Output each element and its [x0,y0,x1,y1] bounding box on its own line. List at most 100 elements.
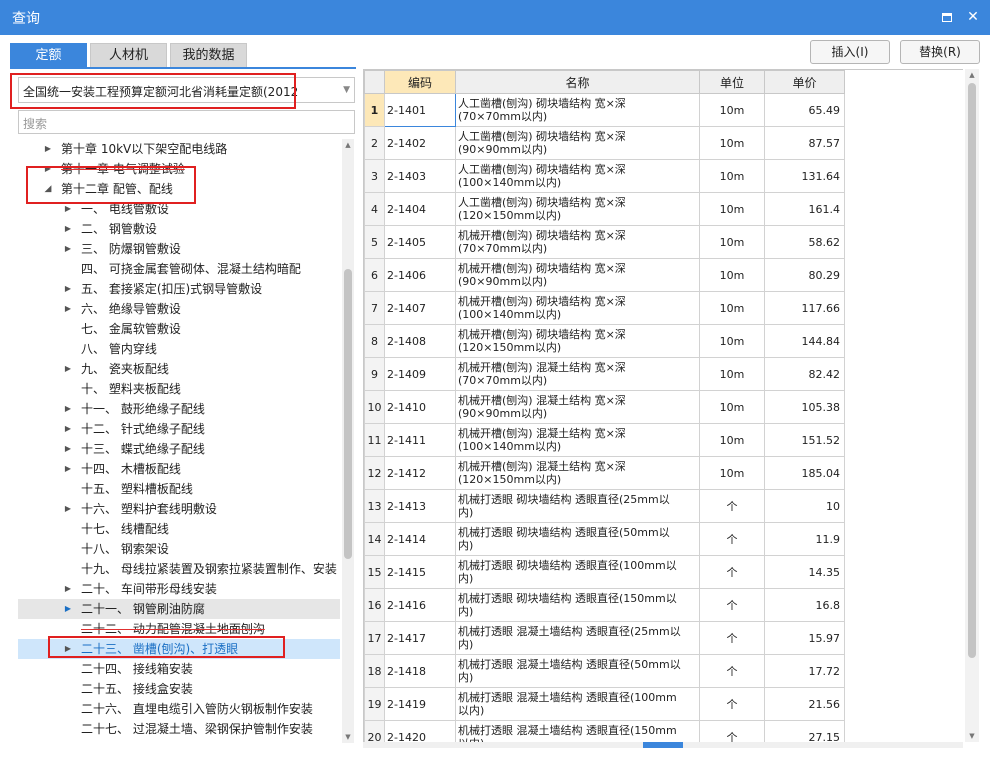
table-row[interactable]: 8 2-1408 机械开槽(刨沟) 砌块墙结构 宽×深 (120×150mm以内) 10… [364,324,845,358]
table-row[interactable]: 10 2-1410 机械开槽(刨沟) 混凝土结构 宽×深 (90×90mm以内) 10m… [364,390,845,424]
replace-button[interactable]: 替换(R) [900,40,980,64]
code-cell[interactable]: 2-1416 [384,588,456,622]
table-row[interactable]: 5 2-1405 机械开槽(刨沟) 砌块墙结构 宽×深 (70×70mm以内) 10m 5… [364,225,845,259]
name-cell[interactable]: 机械打透眼 砌块墙结构 透眼直径(150mm以 内) [455,588,700,622]
tree-item[interactable]: 四、 可挠金属套管砌体、混凝土结构暗配 [18,259,340,279]
code-cell[interactable]: 2-1419 [384,687,456,721]
expand-icon[interactable]: ▶ [63,299,73,319]
table-row[interactable]: 3 2-1403 人工凿槽(刨沟) 砌块墙结构 宽×深 (100×140mm以内) 10… [364,159,845,193]
scroll-down-icon[interactable]: ▼ [342,733,354,741]
name-cell[interactable]: 机械开槽(刨沟) 混凝土结构 宽×深 (90×90mm以内) [455,390,700,424]
maximize-icon[interactable] [936,6,958,28]
code-cell[interactable]: 2-1413 [384,489,456,523]
tree-item[interactable]: 十九、 母线拉紧装置及钢索拉紧装置制作、安装 [18,559,340,579]
table-row[interactable]: 12 2-1412 机械开槽(刨沟) 混凝土结构 宽×深 (120×150mm以内) 1… [364,456,845,490]
name-cell[interactable]: 机械开槽(刨沟) 砌块墙结构 宽×深 (120×150mm以内) [455,324,700,358]
name-cell[interactable]: 机械打透眼 砌块墙结构 透眼直径(50mm以 内) [455,522,700,556]
tree-item[interactable]: 八、 管内穿线 [18,339,340,359]
scroll-up-icon[interactable]: ▲ [342,141,354,149]
scroll-up-icon[interactable]: ▲ [965,71,979,79]
tab-material[interactable]: 人材机 [90,43,167,67]
table-row[interactable]: 14 2-1414 机械打透眼 砌块墙结构 透眼直径(50mm以 内) 个 11.9 [364,522,845,556]
code-cell[interactable]: 2-1401 [384,93,456,127]
tree-item[interactable]: ▶ 十二、 针式绝缘子配线 [18,419,340,439]
name-column-header[interactable]: 名称 [455,70,700,94]
unit-column-header[interactable]: 单位 [699,70,765,94]
table-splitter[interactable] [363,742,963,748]
code-cell[interactable]: 2-1420 [384,720,456,742]
name-cell[interactable]: 机械开槽(刨沟) 砌块墙结构 宽×深 (90×90mm以内) [455,258,700,292]
tree-item[interactable]: ▶ 五、 套接紧定(扣压)式钢导管敷设 [18,279,340,299]
tree-item[interactable]: ▶ 二十一、 钢管刷油防腐 [18,599,340,619]
name-cell[interactable]: 机械开槽(刨沟) 混凝土结构 宽×深 (100×140mm以内) [455,423,700,457]
tree-item[interactable]: ▶ 六、 绝缘导管敷设 [18,299,340,319]
tree-item[interactable]: 二十七、 过混凝土墙、梁钢保护管制作安装 [18,719,340,739]
code-column-header[interactable]: 编码 [384,70,456,94]
name-cell[interactable]: 人工凿槽(刨沟) 砌块墙结构 宽×深 (70×70mm以内) [455,93,700,127]
name-cell[interactable]: 机械打透眼 混凝土墙结构 透眼直径(50mm以 内) [455,654,700,688]
tree-scrollbar[interactable]: ▲ ▼ [342,139,354,743]
table-scroll-thumb[interactable] [968,83,976,658]
table-row[interactable]: 19 2-1419 机械打透眼 混凝土墙结构 透眼直径(100mm 以内) 个 21.56 [364,687,845,721]
tab-quota[interactable]: 定额 [10,43,87,67]
table-row[interactable]: 18 2-1418 机械打透眼 混凝土墙结构 透眼直径(50mm以 内) 个 17.72 [364,654,845,688]
splitter-handle[interactable] [643,742,683,748]
table-row[interactable]: 15 2-1415 机械打透眼 砌块墙结构 透眼直径(100mm以 内) 个 14.35 [364,555,845,589]
name-cell[interactable]: 人工凿槽(刨沟) 砌块墙结构 宽×深 (100×140mm以内) [455,159,700,193]
tree-item[interactable]: 二十六、 直埋电缆引入管防火钢板制作安装 [18,699,340,719]
name-cell[interactable]: 人工凿槽(刨沟) 砌块墙结构 宽×深 (90×90mm以内) [455,126,700,160]
table-row[interactable]: 2 2-1402 人工凿槽(刨沟) 砌块墙结构 宽×深 (90×90mm以内) 10m 8… [364,126,845,160]
code-cell[interactable]: 2-1406 [384,258,456,292]
expand-icon[interactable]: ▶ [43,139,53,159]
tree-item[interactable]: ▶ 十一、 鼓形绝缘子配线 [18,399,340,419]
expand-icon[interactable]: ▶ [63,579,73,599]
expand-icon[interactable]: ▶ [63,419,73,439]
tree-item[interactable]: ▶ 第十章 10kV以下架空配电线路 [18,139,340,159]
code-cell[interactable]: 2-1411 [384,423,456,457]
expand-icon[interactable]: ▶ [63,459,73,479]
code-cell[interactable]: 2-1412 [384,456,456,490]
table-row[interactable]: 6 2-1406 机械开槽(刨沟) 砌块墙结构 宽×深 (90×90mm以内) 10m 8… [364,258,845,292]
tree-item[interactable]: 十五、 塑料槽板配线 [18,479,340,499]
insert-button[interactable]: 插入(I) [810,40,890,64]
chevron-down-icon[interactable]: ▼ [343,80,350,100]
code-cell[interactable]: 2-1418 [384,654,456,688]
tree-item[interactable]: ▶ 二十、 车间带形母线安装 [18,579,340,599]
expand-icon[interactable]: ▶ [63,599,73,619]
tree-item[interactable]: 十、 塑料夹板配线 [18,379,340,399]
name-cell[interactable]: 机械开槽(刨沟) 砌块墙结构 宽×深 (100×140mm以内) [455,291,700,325]
tree-item[interactable]: 十八、 钢索架设 [18,539,340,559]
tree-item[interactable]: ▶ 二、 钢管敷设 [18,219,340,239]
tree-item[interactable]: ▶ 十四、 木槽板配线 [18,459,340,479]
table-row[interactable]: 16 2-1416 机械打透眼 砌块墙结构 透眼直径(150mm以 内) 个 16.8 [364,588,845,622]
code-cell[interactable]: 2-1409 [384,357,456,391]
code-cell[interactable]: 2-1408 [384,324,456,358]
name-cell[interactable]: 人工凿槽(刨沟) 砌块墙结构 宽×深 (120×150mm以内) [455,192,700,226]
tree-item[interactable]: ▶ 十三、 蝶式绝缘子配线 [18,439,340,459]
name-cell[interactable]: 机械开槽(刨沟) 混凝土结构 宽×深 (120×150mm以内) [455,456,700,490]
table-scrollbar[interactable]: ▲ ▼ [965,69,979,742]
name-cell[interactable]: 机械开槽(刨沟) 砌块墙结构 宽×深 (70×70mm以内) [455,225,700,259]
code-cell[interactable]: 2-1404 [384,192,456,226]
name-cell[interactable]: 机械打透眼 混凝土墙结构 透眼直径(150mm以内) [455,720,700,742]
table-row[interactable]: 11 2-1411 机械开槽(刨沟) 混凝土结构 宽×深 (100×140mm以内) 1… [364,423,845,457]
name-cell[interactable]: 机械打透眼 混凝土墙结构 透眼直径(100mm 以内) [455,687,700,721]
expand-icon[interactable]: ▶ [63,439,73,459]
code-cell[interactable]: 2-1414 [384,522,456,556]
tree-item[interactable]: 二十四、 接线箱安装 [18,659,340,679]
code-cell[interactable]: 2-1403 [384,159,456,193]
search-input[interactable]: 搜索 [18,110,355,134]
expand-icon[interactable]: ▶ [63,239,73,259]
name-cell[interactable]: 机械开槽(刨沟) 混凝土结构 宽×深 (70×70mm以内) [455,357,700,391]
scroll-down-icon[interactable]: ▼ [965,732,979,740]
tree-item[interactable]: 二十五、 接线盒安装 [18,679,340,699]
tree-item[interactable]: 十七、 线槽配线 [18,519,340,539]
code-cell[interactable]: 2-1405 [384,225,456,259]
table-row[interactable]: 1 2-1401 人工凿槽(刨沟) 砌块墙结构 宽×深 (70×70mm以内) 10m 6… [364,93,845,127]
table-row[interactable]: 9 2-1409 机械开槽(刨沟) 混凝土结构 宽×深 (70×70mm以内) 10m 8… [364,357,845,391]
table-row[interactable]: 7 2-1407 机械开槽(刨沟) 砌块墙结构 宽×深 (100×140mm以内) 10… [364,291,845,325]
code-cell[interactable]: 2-1410 [384,390,456,424]
tree-item[interactable]: ▶ 九、 瓷夹板配线 [18,359,340,379]
price-column-header[interactable]: 单价 [764,70,845,94]
tree-item[interactable]: ▶ 三、 防爆钢管敷设 [18,239,340,259]
